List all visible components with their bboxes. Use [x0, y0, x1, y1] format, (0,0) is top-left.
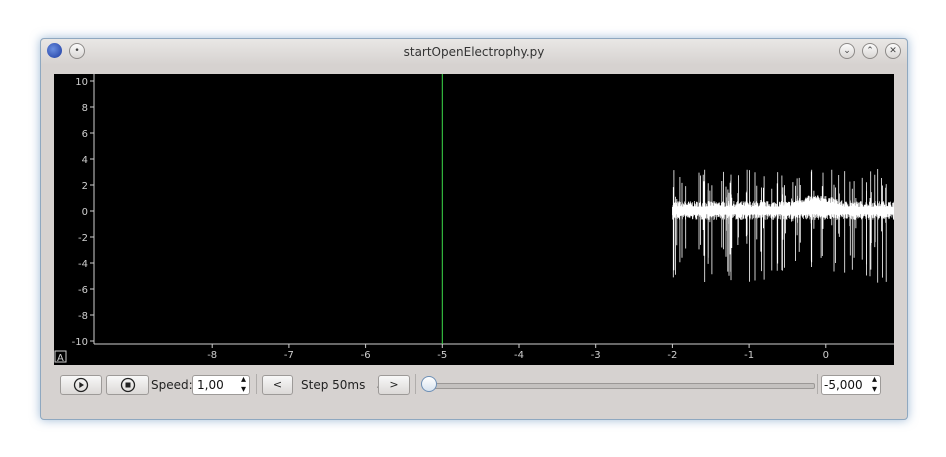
toolbar-separator [415, 374, 416, 394]
window-title: startOpenElectrophy.py [403, 45, 545, 59]
signal-plot[interactable]: 1086420-2-4-6-8-10 -8-7-6-5-4-3-2-101 A [54, 74, 894, 365]
y-tick-label: 4 [82, 155, 88, 166]
chevron-up-icon: ⌃ [866, 46, 874, 56]
y-tick-label: -2 [78, 233, 88, 244]
step-value: Step 50ms [301, 378, 366, 392]
y-axis: 10 8 6 4 2 0 -2 -4 -6 -8 -10 [72, 74, 95, 348]
y-tick-label: 0 [82, 207, 88, 218]
x-tick-label: -5 [437, 350, 447, 361]
maximize-button[interactable]: ⌃ [862, 43, 878, 59]
signal-trace [672, 169, 894, 283]
position-value: -5,000 [824, 378, 863, 392]
spin-arrows-icon[interactable]: ▴ ▾ [241, 375, 246, 395]
x-tick-label: 0 [823, 350, 829, 361]
speed-label: Speed: [151, 378, 193, 392]
x-tick-label: -1 [744, 350, 754, 361]
time-slider-handle[interactable] [421, 376, 437, 392]
x-tick-label: -7 [284, 350, 294, 361]
y-tick-label: -10 [72, 337, 88, 348]
chevron-down-icon: ⌄ [843, 46, 851, 56]
trace-spikes [672, 169, 887, 283]
title-bar: • startOpenElectrophy.py ⌄ ⌃ ✕ [41, 39, 907, 65]
step-back-button[interactable]: < [262, 375, 293, 395]
x-axis: -8-7-6-5-4-3-2-101 [94, 343, 894, 361]
spin-arrows-icon[interactable]: ▴ ▾ [872, 375, 877, 395]
y-tick-label: 10 [75, 77, 88, 88]
x-tick-label: -4 [514, 350, 524, 361]
speed-value: 1,00 [197, 378, 224, 392]
y-tick-label: 2 [82, 181, 88, 192]
plot-canvas[interactable]: 1086420-2-4-6-8-10 -8-7-6-5-4-3-2-101 A [54, 74, 894, 365]
y-tick-label: 8 [82, 103, 88, 114]
x-tick-label: -3 [591, 350, 601, 361]
toolbar-separator [817, 374, 818, 394]
stop-button[interactable] [106, 375, 149, 395]
stop-icon [120, 377, 135, 393]
x-tick-label: -6 [361, 350, 371, 361]
auto-range-label: A [57, 353, 64, 364]
y-tick-label: -8 [78, 311, 88, 322]
close-icon: ✕ [889, 46, 897, 56]
minimize-button[interactable]: ⌄ [839, 43, 855, 59]
x-tick-label: -8 [207, 350, 217, 361]
time-slider-track[interactable] [429, 383, 815, 389]
x-tick-label: -2 [667, 350, 677, 361]
toolbar-separator [256, 374, 257, 394]
play-button[interactable] [60, 375, 102, 395]
step-forward-button[interactable]: > [378, 375, 410, 395]
y-tick-label: -4 [78, 259, 88, 270]
play-icon [73, 377, 89, 393]
app-window: • startOpenElectrophy.py ⌄ ⌃ ✕ 10 8 6 4 2 0 -2… [40, 38, 908, 420]
speed-spinbox[interactable]: 1,00 ▴ ▾ [192, 375, 250, 395]
step-select[interactable]: Step 50ms ⌄ [301, 378, 384, 392]
auto-range-button[interactable]: A [54, 350, 67, 364]
position-spinbox[interactable]: -5,000 ▴ ▾ [821, 375, 881, 395]
y-tick-label: -6 [78, 285, 88, 296]
y-tick-label: 6 [82, 129, 88, 140]
close-button[interactable]: ✕ [885, 43, 901, 59]
